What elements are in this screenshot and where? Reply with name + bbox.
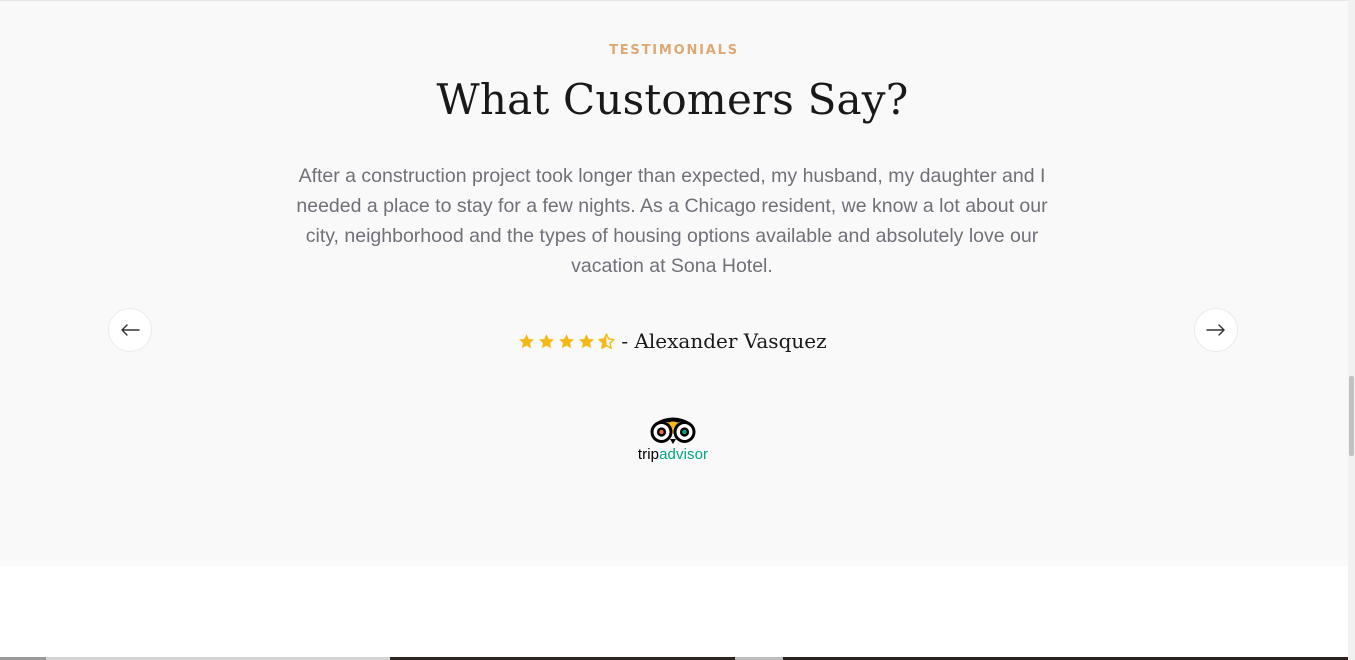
star-icon	[539, 333, 555, 348]
star-rating	[518, 332, 615, 350]
half-star-icon	[598, 332, 615, 349]
section-title: What Customers Say?	[436, 75, 909, 124]
star-icon	[579, 333, 595, 348]
scrollbar-thumb[interactable]	[1349, 376, 1354, 456]
star-icon	[519, 333, 535, 348]
rating-row: - Alexander Vasquez	[0, 329, 1345, 353]
tripadvisor-owl-icon	[650, 417, 696, 444]
testimonial-quote: After a construction project took longer…	[296, 165, 1048, 277]
scrollbar-track[interactable]	[1348, 0, 1355, 660]
tripadvisor-logo: tripadvisor	[630, 415, 716, 471]
brand-text-advisor: advisor	[659, 446, 709, 463]
arrow-right-icon	[1206, 324, 1225, 336]
brand-text-trip: trip	[637, 446, 660, 463]
next-slide-button[interactable]	[1194, 308, 1238, 352]
testimonial-author: - Alexander Vasquez	[621, 329, 827, 353]
star-icon	[559, 333, 575, 348]
section-label: TESTIMONIALS	[609, 43, 739, 58]
testimonial-section: TESTIMONIALS What Customers Say? After a…	[0, 1, 1348, 566]
tripadvisor-wordmark: tripadvisor	[638, 446, 708, 463]
